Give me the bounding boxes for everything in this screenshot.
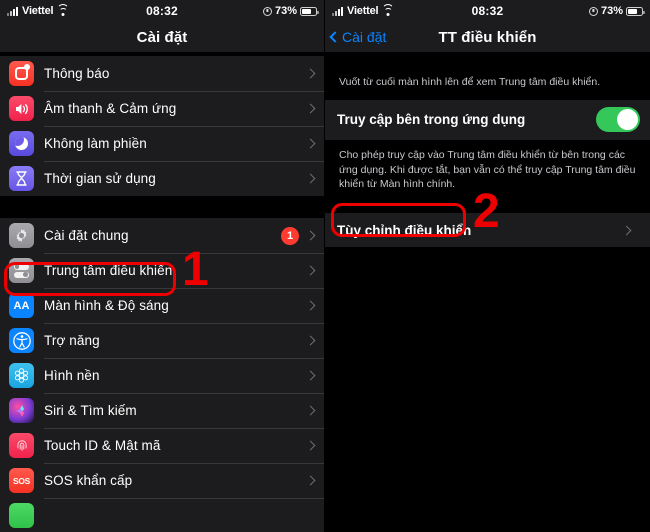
access-within-apps-footnote: Cho phép truy cập vào Trung tâm điều khi… bbox=[339, 148, 636, 191]
row-label: SOS khẩn cấp bbox=[44, 473, 133, 488]
battery-icon bbox=[300, 6, 319, 16]
emergency-sos-icon: SOS bbox=[9, 468, 34, 493]
sidebar-item-sounds-haptics[interactable]: Âm thanh & Cảm ứng bbox=[0, 91, 324, 126]
sidebar-item-display-brightness[interactable]: AA Màn hình & Độ sáng bbox=[0, 288, 324, 323]
notifications-icon bbox=[9, 61, 34, 86]
back-button-label: Cài đặt bbox=[342, 29, 387, 45]
group-separator bbox=[0, 196, 324, 218]
control-center-hint-text: Vuốt từ cuối màn hình lên để xem Trung t… bbox=[339, 76, 601, 88]
sound-haptics-icon bbox=[9, 96, 34, 121]
chevron-right-icon bbox=[621, 225, 632, 236]
chevron-right-icon bbox=[305, 103, 316, 114]
access-within-apps-label: Truy cập bên trong ứng dụng bbox=[337, 112, 526, 128]
right-phone-screen: Viettel 08:32 73% Cài đặt TT điều khiển … bbox=[325, 0, 650, 532]
sidebar-item-notifications[interactable]: Thông báo bbox=[0, 56, 324, 91]
alarm-clock-icon bbox=[588, 6, 598, 16]
sidebar-item-touch-id-passcode[interactable]: Touch ID & Mật mã bbox=[0, 428, 324, 463]
settings-group-2: Cài đặt chung 1 Trung tâm điều khiển AA … bbox=[0, 218, 324, 532]
sidebar-item-accessibility[interactable]: Trợ năng bbox=[0, 323, 324, 358]
sidebar-item-screen-time[interactable]: Thời gian sử dụng bbox=[0, 161, 324, 196]
chevron-right-icon bbox=[305, 440, 316, 451]
status-bar-right: Viettel 08:32 73% bbox=[325, 0, 650, 22]
chevron-right-icon bbox=[305, 230, 316, 241]
sidebar-item-wallpaper[interactable]: Hình nền bbox=[0, 358, 324, 393]
customize-controls-row[interactable]: Tùy chỉnh điều khiển bbox=[325, 213, 650, 248]
sidebar-item-control-center[interactable]: Trung tâm điều khiển bbox=[0, 253, 324, 288]
row-label: Thời gian sử dụng bbox=[44, 171, 156, 186]
row-label: Không làm phiền bbox=[44, 136, 147, 151]
row-label: Hình nền bbox=[44, 368, 100, 383]
chevron-right-icon bbox=[305, 173, 316, 184]
wallpaper-icon bbox=[9, 363, 34, 388]
settings-group-1: Thông báo Âm thanh & Cảm ứng Không làm p… bbox=[0, 56, 324, 196]
status-right-group: 73% bbox=[262, 5, 319, 17]
row-label: Màn hình & Độ sáng bbox=[44, 298, 169, 313]
display-brightness-aa-icon: AA bbox=[9, 293, 34, 318]
row-label: Trung tâm điều khiển bbox=[44, 263, 173, 278]
row-label: Âm thanh & Cảm ứng bbox=[44, 101, 177, 116]
access-within-apps-toggle[interactable] bbox=[596, 107, 640, 133]
customize-controls-label: Tùy chỉnh điều khiển bbox=[337, 222, 472, 238]
page-title: Cài đặt bbox=[136, 28, 188, 46]
chevron-right-icon bbox=[305, 138, 316, 149]
touch-id-fingerprint-icon bbox=[9, 433, 34, 458]
left-phone-screen: Viettel 08:32 73% Cài đặt Thông báo Âm t… bbox=[0, 0, 325, 532]
status-right-group: 73% bbox=[588, 5, 645, 17]
accessibility-icon bbox=[9, 328, 34, 353]
siri-search-icon bbox=[9, 398, 34, 423]
sidebar-item-partial-next[interactable] bbox=[0, 498, 324, 532]
battery-percent-label: 73% bbox=[274, 5, 297, 17]
battery-icon bbox=[626, 6, 645, 16]
status-bar-left: Viettel 08:32 73% bbox=[0, 0, 324, 22]
chevron-right-icon bbox=[305, 265, 316, 276]
control-center-toggles-icon bbox=[9, 258, 34, 283]
screen-time-hourglass-icon bbox=[9, 166, 34, 191]
battery-settings-icon bbox=[9, 503, 34, 528]
aa-glyph: AA bbox=[13, 299, 30, 312]
page-title: TT điều khiển bbox=[438, 28, 537, 46]
alarm-clock-icon bbox=[262, 6, 272, 16]
sidebar-item-do-not-disturb[interactable]: Không làm phiền bbox=[0, 126, 324, 161]
do-not-disturb-moon-icon bbox=[9, 131, 34, 156]
status-badge: 1 bbox=[281, 226, 299, 245]
row-label: Trợ năng bbox=[44, 333, 100, 348]
chevron-right-icon bbox=[305, 475, 316, 486]
chevron-right-icon bbox=[305, 405, 316, 416]
battery-percent-label: 73% bbox=[600, 5, 623, 17]
dual-phone-screenshot: Viettel 08:32 73% Cài đặt Thông báo Âm t… bbox=[0, 0, 650, 532]
chevron-left-icon bbox=[329, 31, 341, 43]
chevron-right-icon bbox=[305, 68, 316, 79]
row-label: Cài đặt chung bbox=[44, 228, 129, 243]
access-within-apps-row[interactable]: Truy cập bên trong ứng dụng bbox=[325, 99, 650, 140]
row-label: Siri & Tìm kiếm bbox=[44, 403, 137, 418]
chevron-right-icon bbox=[305, 335, 316, 346]
chevron-right-icon bbox=[305, 300, 316, 311]
chevron-right-icon bbox=[305, 370, 316, 381]
row-label: Thông báo bbox=[44, 66, 110, 81]
sidebar-item-general[interactable]: Cài đặt chung 1 bbox=[0, 218, 324, 253]
sidebar-item-emergency-sos[interactable]: SOS SOS khẩn cấp bbox=[0, 463, 324, 498]
row-label: Touch ID & Mật mã bbox=[44, 438, 161, 453]
sos-glyph: SOS bbox=[12, 475, 31, 486]
nav-bar-right: Cài đặt TT điều khiển bbox=[325, 22, 650, 52]
general-gear-icon bbox=[9, 223, 34, 248]
back-button[interactable]: Cài đặt bbox=[329, 22, 387, 52]
sidebar-item-siri-search[interactable]: Siri & Tìm kiếm bbox=[0, 393, 324, 428]
nav-bar-left: Cài đặt bbox=[0, 22, 324, 52]
